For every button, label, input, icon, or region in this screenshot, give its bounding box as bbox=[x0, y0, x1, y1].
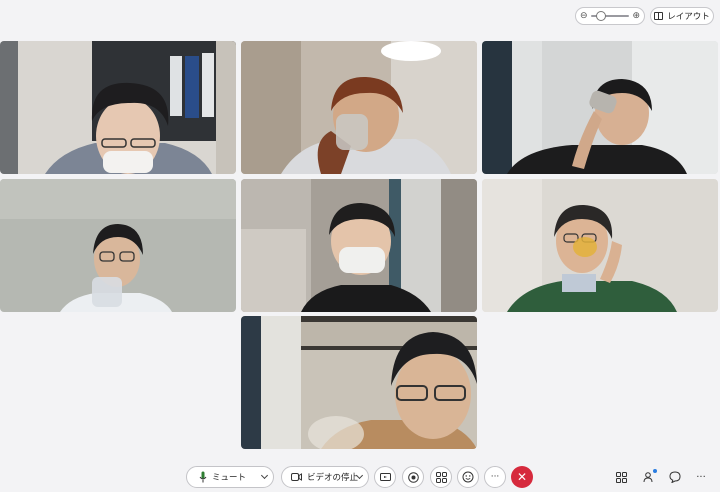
notification-dot bbox=[653, 469, 657, 473]
zoom-knob[interactable] bbox=[596, 11, 607, 21]
more-options-label: ··· bbox=[490, 472, 500, 482]
share-screen-icon bbox=[379, 472, 391, 481]
apps-button[interactable] bbox=[430, 466, 452, 488]
apps-grid-icon bbox=[435, 471, 447, 483]
zoom-in-icon[interactable]: ⊕ bbox=[632, 11, 640, 21]
microphone-icon bbox=[199, 471, 207, 483]
layout-label: レイアウト bbox=[667, 12, 710, 22]
participant-tile-5[interactable] bbox=[241, 179, 477, 312]
share-button[interactable] bbox=[374, 466, 396, 488]
stop-video-label: ビデオの停止 bbox=[307, 473, 359, 483]
video-camera-icon bbox=[291, 473, 302, 481]
stop-video-button[interactable]: ビデオの停止 bbox=[281, 466, 369, 488]
layout-button[interactable]: レイアウト bbox=[650, 7, 714, 25]
reactions-button[interactable] bbox=[457, 466, 479, 488]
participant-tile-6[interactable] bbox=[482, 179, 718, 312]
participants-panel-button[interactable] bbox=[612, 468, 630, 486]
participant-video-2 bbox=[241, 41, 477, 174]
participant-video-5 bbox=[241, 179, 477, 312]
participant-tile-7[interactable] bbox=[241, 316, 477, 449]
participant-video-1 bbox=[0, 41, 236, 174]
participant-tile-2[interactable] bbox=[241, 41, 477, 174]
chevron-down-icon[interactable] bbox=[260, 471, 269, 480]
zoom-slider[interactable]: ⊖ ⊕ bbox=[575, 7, 645, 25]
participant-tile-1[interactable] bbox=[0, 41, 236, 174]
participant-video-4 bbox=[0, 179, 236, 312]
more-options-button[interactable]: ··· bbox=[484, 466, 506, 488]
participants-button[interactable] bbox=[640, 468, 658, 486]
participant-tile-4[interactable] bbox=[0, 179, 236, 312]
close-icon: ✕ bbox=[516, 470, 528, 484]
control-bar: ミュート ビデオの停止 ··· ✕ ··· bbox=[0, 462, 720, 492]
leave-meeting-button[interactable]: ✕ bbox=[511, 466, 533, 488]
chat-button[interactable] bbox=[666, 468, 684, 486]
more-menu-button[interactable]: ··· bbox=[692, 468, 710, 486]
mute-label: ミュート bbox=[212, 473, 247, 483]
smiley-icon bbox=[462, 471, 474, 483]
participant-video-7 bbox=[241, 316, 477, 449]
participant-tile-3[interactable] bbox=[482, 41, 718, 174]
participant-video-6 bbox=[482, 179, 718, 312]
zoom-out-icon[interactable]: ⊖ bbox=[580, 11, 588, 21]
mute-button[interactable]: ミュート bbox=[186, 466, 274, 488]
panel-icon bbox=[615, 471, 627, 483]
record-icon bbox=[407, 471, 419, 483]
layout-icon bbox=[654, 12, 664, 20]
top-bar: ⊖ ⊕ レイアウト bbox=[0, 0, 720, 34]
zoom-track[interactable] bbox=[590, 11, 630, 21]
participant-video-3 bbox=[482, 41, 718, 174]
chat-bubble-icon bbox=[669, 471, 681, 483]
ellipsis-icon: ··· bbox=[696, 471, 706, 483]
record-button[interactable] bbox=[402, 466, 424, 488]
